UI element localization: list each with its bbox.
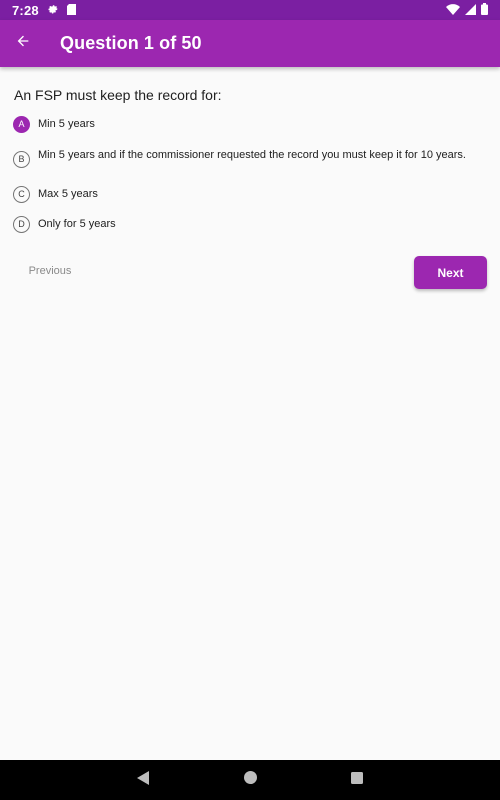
wifi-icon: [446, 3, 460, 18]
page-title: Question 1 of 50: [60, 33, 202, 53]
sd-card-icon: [66, 3, 76, 18]
option-b-radio[interactable]: B: [13, 151, 30, 168]
option-c-radio[interactable]: C: [13, 186, 30, 203]
option-d[interactable]: D Only for 5 years: [13, 216, 483, 233]
nav-back-button[interactable]: [123, 760, 163, 800]
signal-icon: [465, 3, 476, 18]
option-b[interactable]: B Min 5 years and if the commissioner re…: [13, 147, 483, 168]
nav-recents-button[interactable]: [337, 760, 377, 800]
system-nav-bar: [0, 760, 500, 800]
battery-icon: [481, 2, 488, 18]
nav-home-button[interactable]: [230, 760, 270, 800]
home-circle-icon: [243, 771, 257, 789]
back-button[interactable]: [0, 20, 46, 67]
app-bar: Question 1 of 50: [0, 20, 500, 67]
option-a-label: Min 5 years: [38, 118, 95, 130]
status-bar: 7:28: [0, 0, 500, 20]
option-d-label: Only for 5 years: [38, 218, 116, 230]
gear-icon: [47, 3, 59, 18]
question-text: An FSP must keep the record for:: [14, 87, 222, 103]
previous-button[interactable]: Previous: [14, 265, 86, 279]
option-a[interactable]: A Min 5 years: [13, 116, 483, 133]
option-d-radio[interactable]: D: [13, 216, 30, 233]
back-triangle-icon: [137, 770, 149, 790]
recents-square-icon: [351, 771, 363, 789]
next-button[interactable]: Next: [414, 256, 487, 289]
option-c-label: Max 5 years: [38, 188, 98, 200]
arrow-back-icon: [15, 33, 31, 54]
status-time: 7:28: [12, 2, 39, 18]
option-c[interactable]: C Max 5 years: [13, 186, 483, 203]
option-b-label: Min 5 years and if the commissioner requ…: [38, 149, 466, 161]
option-a-radio[interactable]: A: [13, 116, 30, 133]
